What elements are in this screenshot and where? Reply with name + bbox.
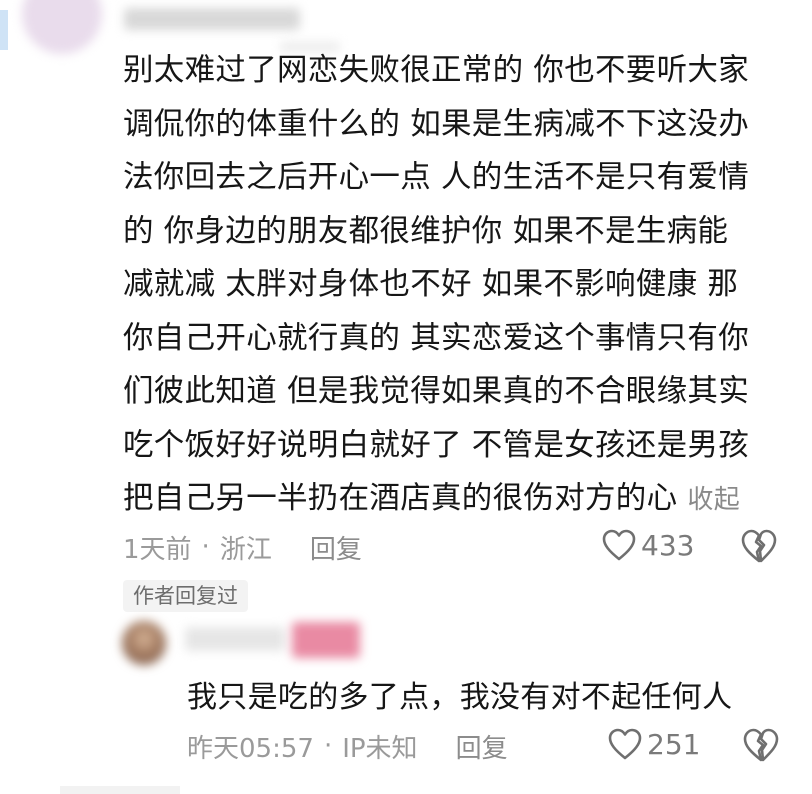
heart-outline-icon — [602, 529, 636, 561]
comment-line: 你自己开心就行真的 其实恋爱这个事情只有你 — [123, 320, 749, 356]
comment-like-button[interactable]: 433 — [601, 528, 694, 562]
reply-text: 我只是吃的多了点，我没有对不起任何人 — [187, 680, 733, 715]
commenter-avatar[interactable] — [22, 0, 102, 54]
comment-line: 减就减 太胖对身体也不好 如果不影响健康 那 — [123, 267, 739, 302]
comment-time: 1天前 — [123, 534, 192, 565]
reply-dislike-button[interactable] — [742, 727, 780, 767]
heart-broken-icon — [741, 529, 777, 563]
next-item-edge — [60, 786, 180, 794]
comment-like-count: 433 — [641, 528, 695, 562]
collapse-button[interactable]: 收起 — [687, 485, 740, 515]
comment-line-last: 把自己另一半扔在酒店真的很伤对方的心 收起 — [123, 472, 793, 526]
comment-dislike-button[interactable] — [740, 528, 778, 568]
author-replied-badge: 作者回复过 — [123, 580, 248, 612]
comment-line: 调侃你的体重什么的 如果是生病减不下这没办 — [123, 106, 749, 142]
comment-location: 浙江 — [219, 534, 272, 565]
comment-line: 吃个饭好好说明白就好了 不管是女孩还是男孩 — [123, 427, 749, 463]
comment-body: 别太难过了网恋失败很正常的 你也不要听大家 调侃你的体重什么的 如果是生病减不下… — [123, 44, 793, 526]
meta-separator: · — [323, 731, 333, 761]
meta-separator: · — [201, 532, 210, 562]
reply-like-button[interactable]: 251 — [607, 727, 700, 761]
reply-like-count: 251 — [647, 727, 701, 761]
comment-reply-button[interactable]: 回复 — [310, 529, 362, 566]
commenter-name-blurred[interactable] — [124, 8, 300, 30]
reply-location: IP未知 — [342, 733, 418, 764]
reply-time: 昨天05:57 — [187, 733, 314, 764]
comment-line: 别太难过了网恋失败很正常的 你也不要听大家 — [123, 53, 749, 88]
heart-outline-icon — [608, 728, 642, 760]
comment-line: 们彼此知道 但是我觉得如果真的不合眼缘其实 — [123, 374, 749, 409]
comment-line: 的 你身边的朋友都很维护你 如果不是生病能 — [123, 213, 729, 249]
replier-avatar[interactable] — [122, 621, 166, 665]
replier-name-blurred[interactable] — [185, 627, 285, 651]
reply-reply-button[interactable]: 回复 — [456, 728, 508, 765]
replier-badge-blurred — [292, 622, 360, 658]
comment-line: 法你回去之后开心一点 人的生活不是只有爱情 — [123, 160, 749, 195]
top-accent-bar — [0, 10, 8, 50]
heart-broken-icon — [743, 728, 779, 762]
comment-line-text: 把自己另一半扔在酒店真的很伤对方的心 — [123, 481, 678, 516]
